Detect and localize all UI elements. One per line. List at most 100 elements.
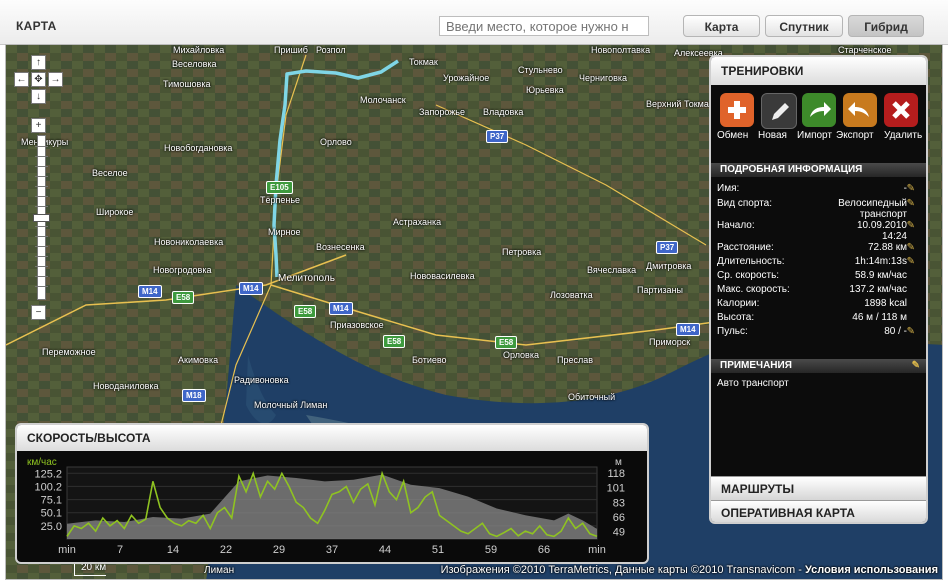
pan-center-icon[interactable]: ✥	[31, 72, 46, 87]
delete-x-icon	[892, 101, 910, 119]
road-shield: E58	[294, 305, 317, 318]
map-place-label: Мирное	[268, 227, 301, 237]
share-button-label: Обмен	[717, 130, 749, 141]
map-place-label: Черниговка	[579, 73, 628, 83]
map-place-label: Переможное	[42, 347, 96, 357]
top-bar: КАРТА Карта Спутник Гибрид	[0, 0, 948, 45]
road-shield: M14	[676, 323, 700, 336]
map-place-label: Орловка	[503, 350, 539, 360]
chart-x-tick-label: 7	[117, 544, 123, 556]
terms-of-use-link[interactable]: Условия использования	[805, 564, 938, 576]
live-map-section-button[interactable]: ОПЕРАТИВНАЯ КАРТА	[711, 500, 926, 522]
road-shield: M14	[329, 302, 353, 315]
routes-section-button[interactable]: МАРШРУТЫ	[711, 476, 926, 500]
road-shield: M14	[239, 282, 263, 295]
map-place-label: Тимошовка	[163, 79, 211, 89]
edit-pencil-icon[interactable]: ✎	[907, 256, 915, 267]
map-place-label: Розпол	[316, 45, 346, 55]
edit-pencil-icon[interactable]: ✎	[907, 220, 915, 231]
map-place-label: Широкое	[96, 207, 134, 217]
pan-left-icon[interactable]: ←	[14, 72, 29, 87]
chart-y-tick-label: 50.1	[41, 508, 62, 520]
map-place-label: Урожайное	[443, 73, 490, 83]
map-place-label: Петровка	[502, 247, 542, 257]
chart-x-tick-label: 37	[326, 544, 338, 556]
map-place-label: Лиман	[204, 565, 235, 576]
map-type-satellite-button[interactable]: Спутник	[765, 15, 843, 37]
map-place-label: Радивоновка	[234, 375, 289, 385]
map-place-label: Запорожье	[419, 107, 465, 117]
map-place-label: Приазовское	[330, 320, 384, 330]
map-place-label: Нововасилевка	[410, 271, 475, 281]
chart-y2-tick-label: 66	[613, 512, 625, 524]
chart-y-tick-label: 125.2	[34, 468, 62, 480]
map-place-label: Акимовка	[178, 355, 219, 365]
delete-button[interactable]	[884, 93, 918, 127]
new-workout-button[interactable]	[761, 93, 797, 129]
chart-y-tick-label: 25.0	[41, 521, 62, 533]
detail-row-sport: Вид спорта: Велосипедный транспорт ✎	[717, 198, 915, 220]
zoom-slider-handle[interactable]	[33, 214, 50, 222]
map-attribution: Изображения ©2010 TerraMetrics, Данные к…	[440, 564, 938, 576]
pan-up-icon[interactable]: ↑	[31, 55, 46, 70]
chart-y2-tick-label: 83	[613, 498, 625, 510]
map-place-label: Обиточный	[568, 392, 616, 402]
map-type-map-button[interactable]: Карта	[683, 15, 760, 37]
map-place-label: Астраханка	[393, 217, 442, 227]
chart-y2-tick-label: 101	[607, 482, 625, 494]
chart-y-axis-label: км/час	[27, 457, 57, 468]
edit-pencil-icon[interactable]: ✎	[907, 242, 915, 253]
chart-y-tick-label: 100.2	[34, 481, 62, 493]
edit-pencil-icon[interactable]: ✎	[907, 326, 915, 337]
zoom-out-icon[interactable]: −	[31, 305, 46, 320]
chart-title: СКОРОСТЬ/ВЫСОТА	[17, 425, 647, 451]
zoom-slider-track[interactable]	[33, 135, 50, 300]
map-place-label: Новополтавка	[591, 45, 651, 55]
map-place-label: Новоданиловка	[93, 381, 159, 391]
map-place-label: Дмитровка	[646, 261, 692, 271]
chart-y2-axis-label: м	[615, 457, 622, 468]
map-place-label: Приморск	[649, 337, 691, 347]
map-place-label: Старченское	[838, 45, 892, 55]
share-button[interactable]	[720, 93, 754, 127]
pan-right-icon[interactable]: →	[48, 72, 63, 87]
map-place-label: Веселовка	[172, 59, 217, 69]
chart-y-tick-label: 75.1	[41, 495, 62, 507]
map-place-label: Верхний Токмак	[646, 99, 713, 109]
chart-x-tick-label: 22	[220, 544, 232, 556]
map-place-label: Молочный Лиман	[254, 400, 328, 410]
road-shield: E58	[495, 336, 518, 349]
chart-x-tick-label: 14	[167, 544, 179, 556]
speed-altitude-chart-panel: СКОРОСТЬ/ВЫСОТА 125.2 100.2 75.1 50.1 25.0 11…	[15, 423, 649, 564]
place-search-input[interactable]	[439, 16, 649, 36]
chart-y2-tick-label: 118	[607, 468, 625, 480]
map-place-label: Молочанск	[360, 95, 406, 105]
map-place-label: Лозоватка	[550, 290, 593, 300]
map-place-label: Орлово	[320, 137, 352, 147]
chart-x-tick-label: 29	[273, 544, 285, 556]
map-place-label: Владовка	[483, 107, 524, 117]
workouts-panel: ТРЕНИРОВКИ Обмен Новая Импорт Экспорт Уд…	[709, 55, 928, 524]
map-place-label: Новогродовка	[153, 265, 212, 275]
notes-section-header: ПРИМЕЧАНИЯ ✎	[711, 359, 926, 373]
zoom-in-icon[interactable]: +	[31, 118, 46, 133]
map-type-hybrid-button[interactable]: Гибрид	[848, 15, 924, 37]
export-arrow-icon	[848, 102, 869, 117]
map-place-label: Веселое	[92, 168, 128, 178]
chart-x-tick-label: 51	[432, 544, 444, 556]
map-place-label: Новониколаевка	[154, 237, 224, 247]
import-button[interactable]	[802, 93, 836, 127]
workouts-panel-title: ТРЕНИРОВКИ	[711, 57, 926, 85]
road-shield: M14	[138, 285, 162, 298]
map-place-label: Преслав	[557, 355, 594, 365]
export-button[interactable]	[843, 93, 877, 127]
map-place-label-city: Мелитополь	[278, 273, 335, 284]
details-section-header: ПОДРОБНАЯ ИНФОРМАЦИЯ	[711, 163, 926, 177]
edit-pencil-icon[interactable]: ✎	[907, 198, 915, 209]
speed-altitude-chart[interactable]: 125.2100.2 75.150.125.0 118 101 83 66 49 км/час…	[17, 451, 647, 562]
pan-down-icon[interactable]: ↓	[31, 89, 46, 104]
chart-x-tick-label: min	[58, 544, 76, 556]
edit-notes-pencil-icon[interactable]: ✎	[912, 359, 920, 373]
map-place-label: Тёрпенье	[260, 195, 301, 205]
edit-pencil-icon[interactable]: ✎	[907, 183, 915, 194]
